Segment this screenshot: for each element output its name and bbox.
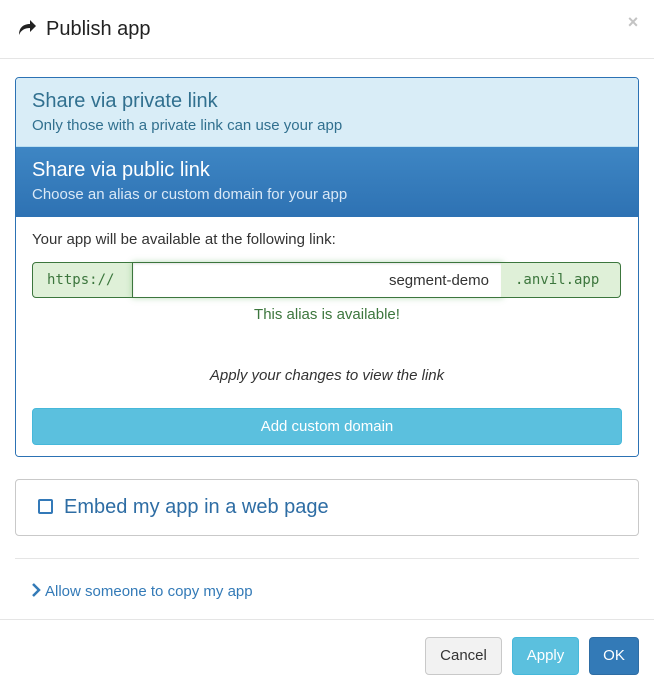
public-link-input-group: https:// .anvil.app (32, 262, 622, 299)
public-link-lead: Your app will be available at the follow… (32, 231, 336, 248)
embed-app-option[interactable]: Embed my app in a web page (15, 479, 639, 536)
public-link-subtitle: Choose an alias or custom domain for you… (32, 186, 348, 203)
dialog-footer: Cancel Apply OK (0, 619, 654, 689)
public-link-heading: Share via public link (32, 159, 210, 181)
public-link-body: Your app will be available at the follow… (16, 217, 638, 456)
allow-copy-label: Allow someone to copy my app (45, 583, 253, 600)
apply-note: Apply your changes to view the link (209, 367, 445, 384)
divider (15, 558, 639, 559)
share-options-panel: Share via private link Only those with a… (15, 77, 639, 457)
apply-button[interactable]: Apply (512, 637, 579, 675)
url-suffix: .anvil.app (501, 262, 621, 298)
dialog-title: Publish app (46, 18, 151, 40)
url-prefix: https:// (32, 262, 133, 298)
share-icon (17, 18, 37, 36)
alias-input[interactable] (132, 262, 503, 298)
chevron-right-icon (31, 583, 41, 597)
private-link-subtitle: Only those with a private link can use y… (32, 117, 343, 134)
close-button[interactable]: × (625, 12, 641, 32)
cancel-button[interactable]: Cancel (425, 637, 502, 675)
add-custom-domain-button[interactable]: Add custom domain (32, 408, 622, 445)
private-link-option[interactable]: Share via private link Only those with a… (16, 78, 638, 147)
private-link-heading: Share via private link (32, 90, 218, 112)
allow-copy-link[interactable]: Allow someone to copy my app (31, 583, 253, 603)
ok-button[interactable]: OK (589, 637, 639, 675)
public-link-option[interactable]: Share via public link Choose an alias or… (16, 147, 638, 217)
dialog-header: Publish app × (0, 0, 654, 59)
embed-checkbox[interactable] (38, 499, 53, 514)
alias-status: This alias is available! (254, 306, 400, 323)
publish-app-dialog: Publish app × Share via private link Onl… (0, 0, 654, 689)
embed-label: Embed my app in a web page (64, 496, 329, 518)
